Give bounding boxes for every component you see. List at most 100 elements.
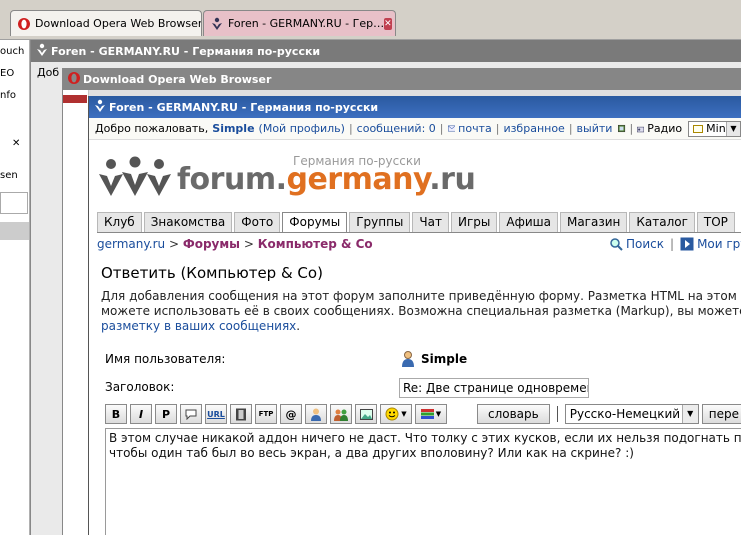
- browser-tab-label: Foren - GERMANY.RU - Гер…: [228, 17, 385, 30]
- url-button[interactable]: URL: [205, 404, 227, 424]
- opera-icon: [68, 72, 80, 84]
- breadcrumb-current[interactable]: Компьютер & Co: [258, 237, 373, 251]
- welcome-bar: Добро пожаловать, Simple (Мой профиль) |…: [89, 118, 741, 140]
- window-icon: [693, 124, 704, 133]
- play-icon: [680, 237, 694, 251]
- browser-tab-foren[interactable]: Foren - GERMANY.RU - Гер… ✕: [203, 10, 396, 36]
- site-logo[interactable]: Германия по-русски forum.germany.ru: [97, 152, 476, 200]
- favorites-link[interactable]: избранное: [503, 122, 564, 135]
- opera-icon: [18, 17, 30, 30]
- tab-groups[interactable]: Группы: [349, 212, 411, 232]
- ftp-button[interactable]: FTP: [255, 404, 277, 424]
- description-line: Для добавления сообщения на этот форум з…: [101, 289, 741, 303]
- subject-label: Заголовок:: [105, 380, 175, 394]
- forum-window: Foren - GERMANY.RU - Германия по-русски …: [88, 96, 741, 535]
- breadcrumb: germany.ru > Форумы > Компьютер & Co: [97, 237, 373, 251]
- color-palette-icon: [420, 409, 434, 419]
- message-textarea[interactable]: В этом случае никакой аддон ничего не да…: [105, 428, 741, 535]
- messages-link[interactable]: сообщений: 0: [357, 122, 436, 135]
- tab-photo[interactable]: Фото: [234, 212, 281, 232]
- tab-forums[interactable]: Форумы: [282, 212, 348, 232]
- close-icon[interactable]: ✕: [384, 17, 392, 30]
- germany-ru-favicon-icon: [212, 17, 222, 30]
- tab-games[interactable]: Игры: [450, 212, 498, 232]
- window-title: Download Opera Web Browser: [83, 72, 272, 86]
- close-icon[interactable]: ✕: [12, 138, 20, 149]
- search-link[interactable]: Поиск: [626, 237, 664, 251]
- translate-button[interactable]: пере: [701, 404, 741, 424]
- quote-button[interactable]: [180, 404, 202, 424]
- user-icon: [311, 408, 321, 421]
- my-groups-link[interactable]: Мои гру: [697, 237, 741, 251]
- left-panel-bar: [0, 222, 29, 240]
- film-button[interactable]: [230, 404, 252, 424]
- color-dropdown[interactable]: ▼: [415, 404, 447, 424]
- email-button[interactable]: @: [280, 404, 302, 424]
- users-button[interactable]: [330, 404, 352, 424]
- window-title: Foren - GERMANY.RU - Германия по-русски: [51, 44, 321, 58]
- logo-wordmark: forum.germany.ru: [177, 162, 476, 197]
- dictionary-language-select[interactable]: Русско-Немецкий ▼: [564, 404, 699, 424]
- italic-button[interactable]: I: [130, 404, 152, 424]
- breadcrumb-home[interactable]: germany.ru: [97, 237, 165, 251]
- chevron-down-icon: ▼: [435, 410, 442, 418]
- page-title: Ответить (Компьютер & Co): [101, 264, 323, 282]
- nav-divider: [97, 232, 741, 233]
- window-titlebar[interactable]: Foren - GERMANY.RU - Германия по-русски: [89, 96, 741, 118]
- left-panel-text: EO: [0, 68, 15, 79]
- background-accent: [63, 95, 87, 103]
- chevron-down-icon: ▼: [401, 410, 407, 418]
- tab-chat[interactable]: Чат: [412, 212, 449, 232]
- dictionary-button[interactable]: словарь: [477, 404, 550, 424]
- username-text: Simple: [421, 352, 468, 366]
- chevron-down-icon: ▼: [726, 121, 740, 136]
- welcome-greeting: Добро пожаловать,: [95, 122, 209, 135]
- left-panel-text: sen: [0, 170, 18, 181]
- logo-part: .ru: [429, 162, 476, 197]
- window-titlebar[interactable]: Download Opera Web Browser: [63, 68, 741, 90]
- pre-button[interactable]: P: [155, 404, 177, 424]
- left-background-panel: ouch EO nfo ✕ sen: [0, 40, 30, 535]
- left-panel-text: ouch: [0, 46, 25, 57]
- germany-ru-favicon-icon: [95, 99, 105, 112]
- users-icon: [334, 409, 348, 421]
- mail-icon: [447, 125, 456, 132]
- window-titlebar[interactable]: Foren - GERMANY.RU - Германия по-русски: [31, 40, 741, 62]
- left-panel-input[interactable]: [0, 192, 28, 214]
- username-link[interactable]: Simple: [212, 122, 254, 135]
- description-line-end: .: [296, 319, 301, 333]
- mail-link[interactable]: почта: [458, 122, 492, 135]
- logo-part: germany: [286, 162, 430, 197]
- browser-tab-strip: Download Opera Web Browser Foren - GERMA…: [0, 0, 741, 40]
- speech-bubble-icon: [185, 409, 197, 420]
- tab-events[interactable]: Афиша: [499, 212, 558, 232]
- image-button[interactable]: [355, 404, 377, 424]
- cart-icon[interactable]: [618, 122, 626, 135]
- tab-dating[interactable]: Знакомства: [143, 212, 233, 232]
- markup-link[interactable]: разметку в ваших сообщениях: [101, 319, 296, 333]
- radio-player-select[interactable]: Mini ▼: [688, 120, 741, 137]
- header-right-links: Поиск | Мои гру: [609, 237, 741, 251]
- smiley-icon: [385, 407, 399, 421]
- browser-tab-opera[interactable]: Download Opera Web Browser: [10, 10, 202, 36]
- image-icon: [359, 408, 373, 420]
- bold-button[interactable]: B: [105, 404, 127, 424]
- user-button[interactable]: [305, 404, 327, 424]
- left-panel-text: nfo: [0, 90, 16, 101]
- logout-link[interactable]: выйти: [577, 122, 613, 135]
- subject-input[interactable]: Re: Две странице одновремено: [399, 378, 589, 398]
- film-icon: [236, 408, 246, 420]
- breadcrumb-forums[interactable]: Форумы: [183, 237, 240, 251]
- breadcrumb-separator: >: [165, 237, 183, 251]
- tab-shop[interactable]: Магазин: [559, 212, 628, 232]
- tab-top[interactable]: TOP: [696, 212, 735, 232]
- background-sidebar: [63, 90, 89, 535]
- profile-link[interactable]: (Мой профиль): [259, 122, 345, 135]
- smiley-dropdown[interactable]: ▼: [380, 404, 412, 424]
- username-value: Simple: [401, 351, 467, 367]
- tab-catalog[interactable]: Каталог: [629, 212, 695, 232]
- logo-part: forum.: [177, 162, 287, 197]
- editor-toolbar: B I P URL FTP @ ▼ ▼ словарь Русско-Немец…: [105, 404, 741, 424]
- tab-club[interactable]: Клуб: [97, 212, 142, 232]
- background-text: Доб: [37, 66, 60, 79]
